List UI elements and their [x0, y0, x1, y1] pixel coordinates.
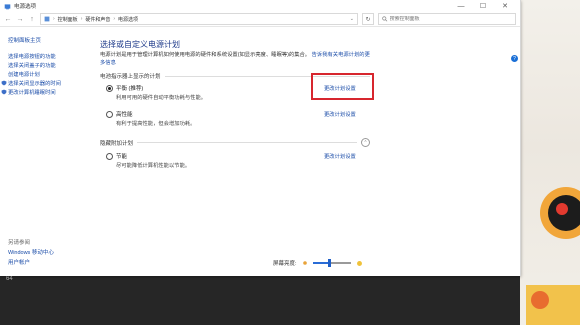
minimize-button[interactable]: — — [450, 0, 472, 12]
sidebar-item-label: 选择电源按钮的功能 — [8, 53, 56, 60]
breadcrumb-item[interactable]: 硬件和声音 — [85, 16, 110, 23]
window-title: 电源选项 — [14, 4, 37, 10]
plan-name: 高性能 — [116, 112, 133, 118]
chevron-down-icon[interactable]: ⌄ — [350, 16, 354, 22]
plan-radio[interactable] — [106, 111, 113, 118]
plan-description: 有利于提高性能，但会增加功耗。 — [116, 121, 196, 127]
see-also-heading: 另请参阅 — [8, 240, 31, 246]
sidebar-item-display-off[interactable]: 选择关闭显示器的时间 — [1, 78, 90, 87]
title-bar: 电源选项 — ☐ ✕ — [0, 0, 520, 12]
plan-name: 节能 — [116, 154, 128, 160]
close-icon: ✕ — [502, 3, 508, 10]
description-text: 电源计划是用于管理计算机如何使用电源的硬件和系统设置(如显示亮度、睡眠等)的集合… — [100, 52, 311, 58]
address-bar: ← → ↑ › 控制面板 › 硬件和声音 › 电源选项 ⌄ ↻ — [0, 12, 520, 27]
brightness-low-icon — [302, 261, 307, 265]
shield-icon — [1, 80, 7, 85]
windows-mobility-center-link[interactable]: Windows 移动中心 — [8, 248, 54, 256]
desktop-taskbar-area — [0, 276, 520, 325]
power-options-icon — [4, 3, 11, 9]
sidebar-item-power-button[interactable]: 选择电源按钮的功能 — [8, 51, 90, 60]
highlight-annotation-box — [311, 73, 374, 100]
content-area: 控制面板主页 选择电源按钮的功能 选择关闭盖子的功能 创建电源计划 选择关闭显示… — [0, 27, 520, 276]
maximize-button[interactable]: ☐ — [472, 0, 494, 12]
search-input[interactable] — [389, 16, 512, 22]
sidebar: 控制面板主页 选择电源按钮的功能 选择关闭盖子的功能 创建电源计划 选择关闭显示… — [0, 27, 90, 276]
brightness-slider[interactable] — [312, 259, 351, 267]
maximize-icon: ☐ — [479, 3, 487, 10]
breadcrumb-item[interactable]: 控制面板 — [58, 16, 78, 23]
power-options-window: 电源选项 — ☐ ✕ ← → ↑ › 控制面板 › 硬件和声音 › 电源选项 ⌄… — [0, 0, 521, 276]
plan-radio[interactable] — [106, 153, 113, 160]
sidebar-item-sleep[interactable]: 更改计算机睡眠时间 — [1, 87, 90, 96]
breadcrumb-separator: › — [53, 16, 55, 22]
change-plan-settings-link[interactable]: 更改计划设置 — [324, 152, 356, 160]
close-button[interactable]: ✕ — [494, 0, 516, 12]
up-button[interactable]: ↑ — [28, 16, 36, 23]
desktop-decoration — [526, 187, 580, 325]
sidebar-item-create-plan[interactable]: 创建电源计划 — [8, 69, 90, 78]
sidebar-item-lid[interactable]: 选择关闭盖子的功能 — [8, 60, 90, 69]
slider-fill — [312, 262, 330, 264]
minimize-icon: — — [457, 2, 465, 10]
screen-brightness-control: 屏幕亮度: — [273, 259, 363, 267]
corner-text: 64 — [6, 276, 13, 282]
group-header-label: 隐藏附加计划 — [100, 140, 134, 147]
sidebar-item-label: 选择关闭显示器的时间 — [8, 80, 61, 87]
sidebar-home-link[interactable]: 控制面板主页 — [8, 36, 90, 44]
change-plan-settings-link[interactable]: 更改计划设置 — [324, 110, 356, 118]
slider-thumb[interactable] — [328, 259, 332, 267]
plan-description: 尽可能降低计算机性能以节能。 — [116, 163, 191, 169]
forward-button[interactable]: → — [16, 16, 24, 23]
brightness-high-icon — [356, 260, 362, 266]
page-title: 选择或自定义电源计划 — [100, 40, 180, 49]
address-box[interactable]: › 控制面板 › 硬件和声音 › 电源选项 ⌄ — [40, 13, 358, 25]
refresh-button[interactable]: ↻ — [362, 13, 374, 25]
user-accounts-link[interactable]: 用户帐户 — [8, 258, 30, 266]
sidebar-item-label: 更改计算机睡眠时间 — [8, 89, 56, 96]
plan-radio[interactable] — [106, 85, 113, 92]
control-panel-icon — [44, 16, 50, 22]
refresh-icon: ↻ — [365, 16, 371, 23]
help-icon[interactable]: ? — [511, 55, 518, 62]
hidden-plans-header: 隐藏附加计划 ⌃ — [100, 138, 370, 147]
back-button[interactable]: ← — [4, 16, 12, 23]
brightness-label: 屏幕亮度: — [273, 261, 297, 267]
plan-description: 利用可用的硬件自动平衡功耗与性能。 — [116, 95, 207, 101]
description: 电源计划是用于管理计算机如何使用电源的硬件和系统设置(如显示亮度、睡眠等)的集合… — [100, 51, 372, 67]
main-panel: 选择或自定义电源计划 电源计划是用于管理计算机如何使用电源的硬件和系统设置(如显… — [100, 27, 370, 276]
breadcrumb-item[interactable]: 电源选项 — [118, 16, 138, 23]
shield-icon — [1, 89, 7, 94]
breadcrumb-separator: › — [80, 16, 83, 22]
breadcrumb-separator: › — [113, 16, 116, 22]
divider — [137, 142, 357, 143]
group-header-label: 电池指示器上显示的计划 — [100, 74, 161, 80]
search-icon — [382, 16, 388, 22]
sidebar-item-label: 创建电源计划 — [8, 71, 40, 78]
search-box[interactable] — [378, 13, 516, 25]
sidebar-item-label: 选择关闭盖子的功能 — [8, 62, 56, 69]
window-controls: — ☐ ✕ — [450, 0, 516, 12]
plan-name: 平衡 (推荐) — [116, 86, 144, 92]
expand-icon[interactable]: ⌃ — [361, 138, 370, 147]
